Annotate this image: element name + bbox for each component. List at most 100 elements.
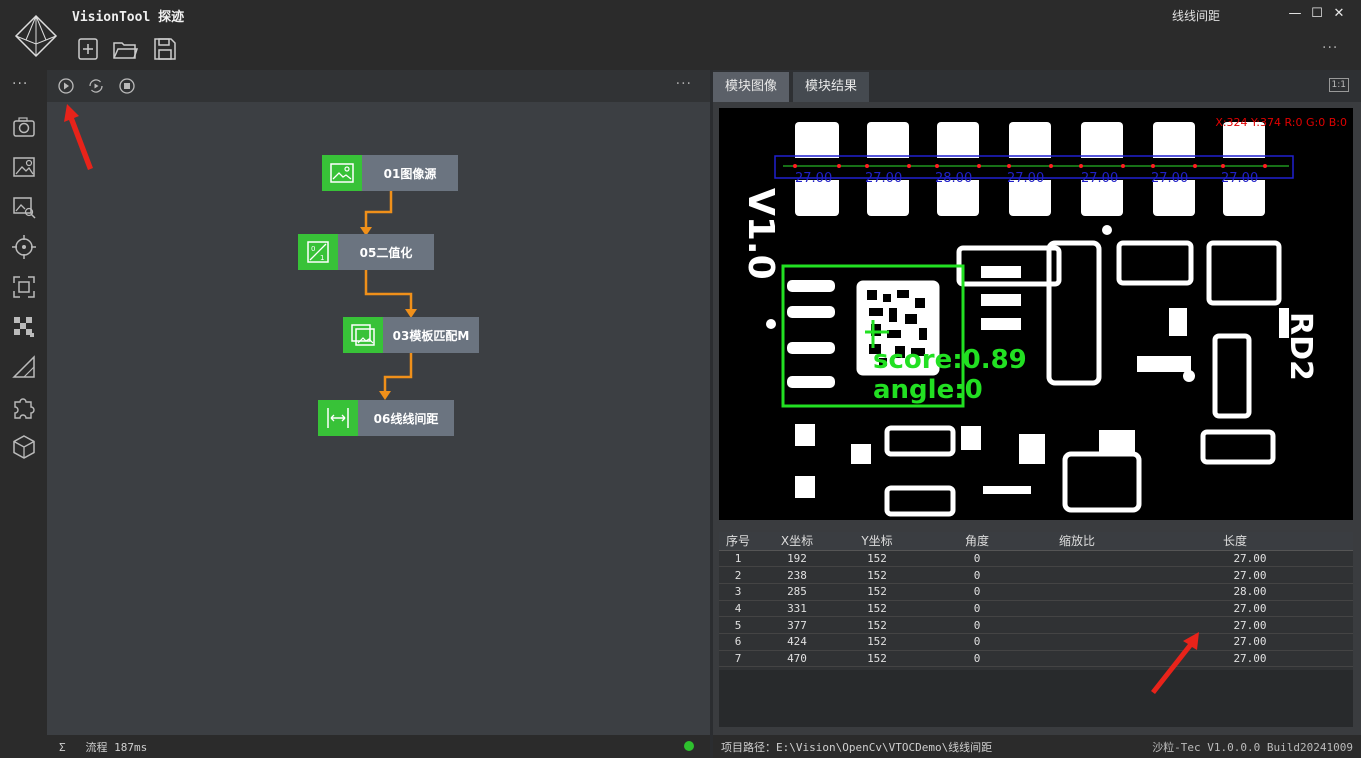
svg-text:V1.0: V1.0 (740, 188, 781, 280)
table-cell (1037, 616, 1117, 634)
col-x: X坐标 (757, 532, 837, 551)
table-cell: 238 (757, 566, 837, 584)
app-logo-icon (14, 14, 58, 58)
target-icon[interactable] (11, 234, 37, 260)
zoom-1to1-button[interactable]: 1:1 (1328, 78, 1349, 92)
image-settings-icon[interactable] (11, 154, 37, 180)
pixel-info: X:324 Y:374 R:0 G:0 B:0 (1215, 116, 1347, 129)
flow-node-label: 05二值化 (338, 234, 434, 270)
table-cell: 28.00 (1117, 583, 1353, 601)
tab-module-result[interactable]: 模块结果 (793, 72, 870, 102)
title-bar: VisionTool 探迹 线线间距 — ☐ ✕ ··· (0, 0, 1361, 70)
table-cell: 5 (719, 616, 757, 634)
svg-text:0: 0 (311, 245, 315, 253)
close-button[interactable]: ✕ (1328, 4, 1350, 24)
table-cell: 3 (719, 583, 757, 601)
table-cell: 192 (757, 550, 837, 568)
table-row[interactable]: 5 377 152 0 27.00 (719, 616, 1353, 634)
table-cell: 152 (837, 583, 917, 601)
table-cell: 7 (719, 650, 757, 668)
table-cell: 1 (719, 550, 757, 568)
table-cell: 377 (757, 616, 837, 634)
table-header-row: 序号 X坐标 Y坐标 角度 缩放比 长度 (719, 532, 1353, 551)
focus-icon[interactable] (11, 274, 37, 300)
tab-module-image[interactable]: 模块图像 (713, 72, 790, 102)
camera-icon[interactable] (11, 114, 37, 140)
table-cell: 27.00 (1117, 566, 1353, 584)
status-indicator (684, 741, 694, 751)
table-cell: 0 (917, 566, 1037, 584)
table-row[interactable]: 2 238 152 0 27.00 (719, 566, 1353, 584)
table-row[interactable]: 7 470 152 0 27.00 (719, 650, 1353, 668)
flow-node-label: 01图像源 (362, 155, 458, 191)
flow-node-template-match[interactable]: 03模板匹配M (343, 317, 479, 353)
checker-icon[interactable] (11, 314, 37, 340)
flow-node-label: 06线线间距 (358, 400, 454, 436)
col-index: 序号 (719, 532, 757, 551)
measurement-label: 27.00 (795, 171, 832, 186)
flow-node-binarize[interactable]: 01 05二值化 (298, 234, 434, 270)
table-cell: 0 (917, 650, 1037, 668)
title-more-icon[interactable]: ··· (1322, 40, 1338, 56)
measurement-label: 27.00 (1081, 171, 1118, 186)
table-cell: 285 (757, 583, 837, 601)
svg-text:1: 1 (320, 254, 324, 262)
window-title: 线线间距 (1172, 9, 1221, 23)
left-toolbar: ··· (0, 70, 47, 758)
flow-node-label: 03模板匹配M (383, 317, 479, 353)
result-table: 序号 X坐标 Y坐标 角度 缩放比 长度 1 192 152 0 27.00 2 238 15… (719, 532, 1353, 670)
col-y: Y坐标 (837, 532, 917, 551)
table-cell: 0 (917, 550, 1037, 568)
score-text: score:0.89 (873, 345, 1027, 375)
open-folder-icon[interactable] (112, 36, 138, 62)
table-empty-area (719, 670, 1353, 727)
table-cell: 331 (757, 600, 837, 618)
table-cell: 27.00 (1117, 550, 1353, 568)
table-row[interactable]: 3 285 152 0 28.00 (719, 583, 1353, 601)
table-cell: 152 (837, 566, 917, 584)
leftbar-more-icon[interactable]: ··· (12, 76, 28, 92)
new-file-icon[interactable] (75, 36, 101, 62)
ruler-icon[interactable] (11, 354, 37, 380)
flow-node-image-source[interactable]: 01图像源 (322, 155, 458, 191)
flow-node-line-distance[interactable]: 06线线间距 (318, 400, 454, 436)
version-label: 沙粒-Tec V1.0.0.0 Build20241009 (1152, 741, 1353, 754)
save-icon[interactable] (152, 36, 178, 62)
project-path: 项目路径：E:\Vision\OpenCv\VTOCDemo\线线间距 (721, 741, 993, 754)
pcb-binary-image: 27.00 27.00 28.00 27.00 27.00 27.00 27.0… (740, 122, 1318, 517)
puzzle-icon[interactable] (11, 394, 37, 420)
table-cell: 424 (757, 633, 837, 651)
flow-time: 流程 187ms (85, 741, 148, 754)
table-cell (1037, 633, 1117, 651)
image-search-icon[interactable] (11, 194, 37, 220)
table-cell: 0 (917, 600, 1037, 618)
table-cell (1037, 566, 1117, 584)
angle-text: angle:0 (873, 375, 983, 405)
svg-text:RD2: RD2 (1283, 312, 1318, 381)
table-cell (1037, 650, 1117, 668)
table-cell (1037, 600, 1117, 618)
table-cell (1037, 583, 1117, 601)
distance-icon (318, 400, 358, 436)
table-cell: 470 (757, 650, 837, 668)
table-cell: 152 (837, 600, 917, 618)
image-icon (322, 155, 362, 191)
table-cell: 27.00 (1117, 600, 1353, 618)
module-image-view[interactable]: 27.00 27.00 28.00 27.00 27.00 27.00 27.0… (719, 108, 1353, 520)
table-row[interactable]: 1 192 152 0 27.00 (719, 550, 1353, 568)
binarize-icon: 01 (298, 234, 338, 270)
result-tabs: 模块图像 模块结果 1:1 (713, 70, 1361, 102)
cube-icon[interactable] (11, 434, 37, 460)
table-row[interactable]: 4 331 152 0 27.00 (719, 600, 1353, 618)
table-cell: 0 (917, 616, 1037, 634)
table-cell: 152 (837, 550, 917, 568)
table-row[interactable]: 6 424 152 0 27.00 (719, 633, 1353, 651)
maximize-button[interactable]: ☐ (1306, 4, 1328, 24)
table-cell: 152 (837, 633, 917, 651)
app-title: VisionTool 探迹 (72, 10, 185, 25)
minimize-button[interactable]: — (1284, 4, 1306, 24)
col-length: 长度 (1117, 532, 1353, 551)
table-cell (1037, 550, 1117, 568)
flow-status-bar: Σ 流程 187ms (47, 735, 710, 758)
measurement-label: 27.00 (1151, 171, 1188, 186)
